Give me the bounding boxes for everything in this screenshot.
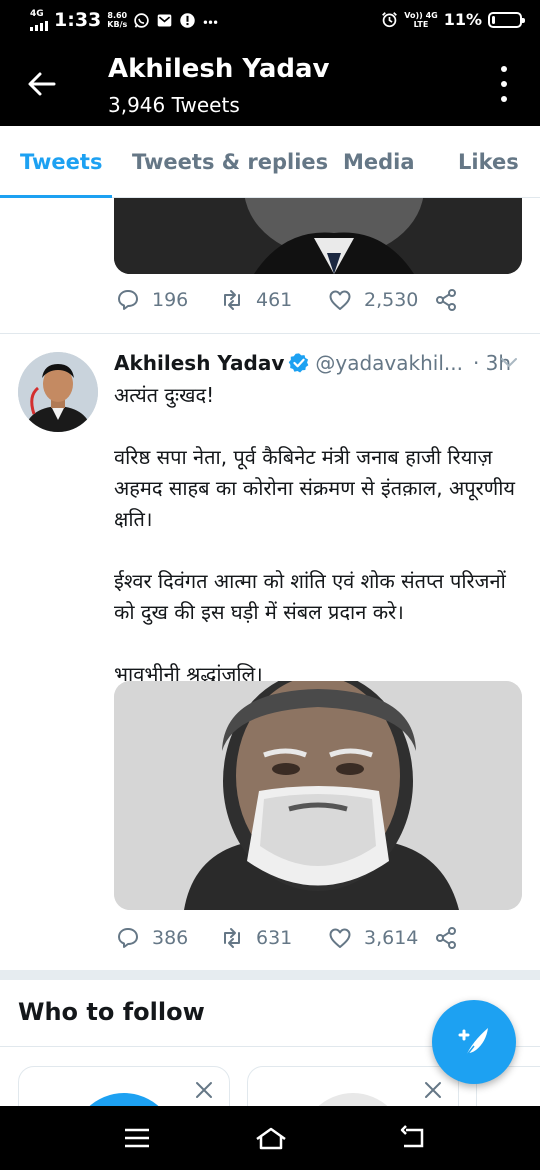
retweet-button[interactable]: 461 xyxy=(220,288,292,312)
like-button[interactable]: 2,530 xyxy=(328,288,418,312)
status-bar: 4G 1:33 8.60 KB/s Vo)) 4G LTE 11% xyxy=(0,0,540,42)
net-speed-unit: KB/s xyxy=(107,20,128,29)
tab-tweets-and-replies[interactable]: Tweets & replies xyxy=(132,150,328,174)
share-icon xyxy=(436,289,456,311)
previous-tweet-image[interactable] xyxy=(114,198,522,274)
whatsapp-icon xyxy=(134,12,149,28)
retweet-count: 461 xyxy=(256,289,293,311)
active-tab-indicator xyxy=(0,195,112,198)
share-button[interactable] xyxy=(434,288,458,312)
verified-badge-icon xyxy=(289,353,309,373)
more-notifications-icon xyxy=(203,20,218,24)
retweet-icon xyxy=(224,928,240,948)
tweet-actions: 386 631 3,614 xyxy=(116,926,476,960)
network-type: 4G xyxy=(30,8,44,19)
tab-tweets[interactable]: Tweets xyxy=(20,150,102,174)
tab-media[interactable]: Media xyxy=(343,150,415,174)
reply-count: 196 xyxy=(152,289,189,311)
like-count: 3,614 xyxy=(364,927,419,949)
alarm-icon xyxy=(382,12,398,28)
reply-button[interactable]: 386 xyxy=(116,926,188,950)
home-icon[interactable] xyxy=(254,1124,288,1152)
menu-icon[interactable] xyxy=(122,1124,152,1152)
volte-label: Vo)) 4G xyxy=(404,10,438,20)
battery-percent: 11% xyxy=(443,10,482,29)
retweet-icon xyxy=(224,290,240,310)
system-nav-bar xyxy=(0,1106,540,1170)
close-icon[interactable] xyxy=(424,1081,442,1099)
who-to-follow-title: Who to follow xyxy=(18,998,205,1026)
tweet-author-name[interactable]: Akhilesh Yadav xyxy=(114,351,284,375)
tweet-image[interactable] xyxy=(114,681,522,910)
heart-icon xyxy=(329,290,351,310)
alert-icon xyxy=(180,12,195,28)
profile-header: Akhilesh Yadav 3,946 Tweets xyxy=(0,42,540,126)
avatar[interactable] xyxy=(18,352,98,432)
more-options-icon[interactable] xyxy=(498,66,510,102)
retweet-count: 631 xyxy=(256,927,293,949)
compose-tweet-button[interactable] xyxy=(432,1000,516,1084)
back-arrow-icon[interactable] xyxy=(26,68,58,100)
tweet-text: अत्यंत दुःखद! वरिष्ठ सपा नेता, पूर्व कैब… xyxy=(114,383,515,686)
section-separator xyxy=(0,970,540,980)
gmail-icon xyxy=(157,14,172,26)
signal-icon xyxy=(30,19,48,31)
share-icon xyxy=(436,927,456,949)
reply-icon xyxy=(118,928,138,948)
profile-tabs: Tweets Tweets & replies Media Likes xyxy=(0,126,540,198)
clock: 1:33 xyxy=(54,9,102,31)
tweet-header: Akhilesh Yadav @yadavakhil... · 3h xyxy=(114,348,524,378)
back-icon[interactable] xyxy=(398,1124,428,1152)
tweet-divider xyxy=(0,333,540,334)
tweet-author-handle[interactable]: @yadavakhil... xyxy=(315,351,463,375)
reply-button[interactable]: 196 xyxy=(116,288,188,312)
battery-icon xyxy=(488,11,525,28)
share-button[interactable] xyxy=(434,926,458,950)
close-icon[interactable] xyxy=(195,1081,213,1099)
reply-icon xyxy=(118,290,138,310)
heart-icon xyxy=(329,928,351,948)
tweet-count: 3,946 Tweets xyxy=(108,93,240,117)
header-title: Akhilesh Yadav xyxy=(108,54,330,84)
compose-feather-icon xyxy=(458,1028,488,1057)
retweet-button[interactable]: 631 xyxy=(220,926,292,950)
like-count: 2,530 xyxy=(364,289,419,311)
previous-tweet-actions: 196 461 2,530 xyxy=(116,288,476,322)
like-button[interactable]: 3,614 xyxy=(328,926,418,950)
tab-likes[interactable]: Likes xyxy=(458,150,519,174)
reply-count: 386 xyxy=(152,927,189,949)
lte-label: LTE xyxy=(413,19,429,29)
net-speed-value: 8.60 xyxy=(107,11,128,20)
chevron-down-icon[interactable] xyxy=(500,354,518,372)
